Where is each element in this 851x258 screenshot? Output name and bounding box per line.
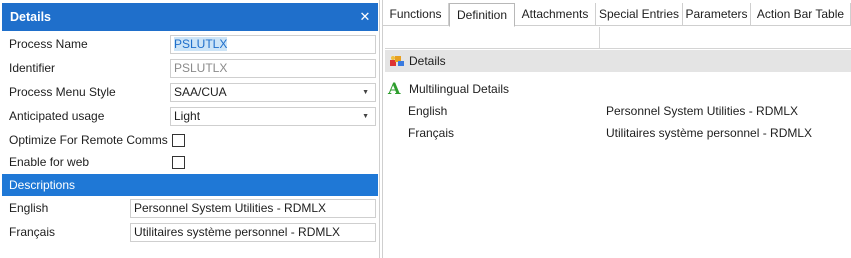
description-francais-value: Utilitaires système personnel - RDMLX — [134, 225, 341, 239]
anticipated-usage-label: Anticipated usage — [9, 109, 105, 123]
language-row[interactable]: English Personnel System Utilities - RDM… — [385, 100, 851, 122]
language-description: Personnel System Utilities - RDMLX — [606, 104, 799, 118]
enable-web-row: Enable for web — [2, 150, 378, 174]
language-row[interactable]: Français Utilitaires système personnel -… — [385, 122, 851, 144]
process-name-row: Process Name PSLUTLX — [2, 32, 378, 56]
process-menu-style-label: Process Menu Style — [9, 85, 116, 99]
identifier-row: Identifier PSLUTLX — [2, 56, 378, 80]
process-menu-style-value: SAA/CUA — [174, 85, 227, 99]
process-menu-style-row: Process Menu Style SAA/CUA ▼ — [2, 80, 378, 104]
tab-special-entries[interactable]: Special Entries — [596, 3, 683, 26]
tab-parameters[interactable]: Parameters — [683, 3, 751, 26]
description-francais-label: Français — [9, 225, 56, 239]
process-name-input[interactable]: PSLUTLX — [170, 35, 376, 54]
description-francais-input[interactable]: Utilitaires système personnel - RDMLX — [130, 223, 376, 242]
language-name: English — [408, 104, 448, 118]
identifier-input[interactable]: PSLUTLX — [170, 59, 376, 78]
tab-action-bar-table[interactable]: Action Bar Table — [751, 3, 851, 26]
grid-header — [385, 27, 851, 49]
close-icon[interactable]: ✕ — [358, 3, 372, 31]
description-english-input[interactable]: Personnel System Utilities - RDMLX — [130, 199, 376, 218]
details-group-row[interactable]: Details — [385, 50, 851, 72]
descriptions-header: Descriptions — [2, 174, 378, 196]
description-english-value: Personnel System Utilities - RDMLX — [134, 201, 327, 215]
definition-panel: Functions Definition Attachments Special… — [382, 0, 851, 258]
optimize-remote-row: Optimize For Remote Comms — [2, 128, 378, 152]
enable-web-checkbox[interactable] — [172, 156, 185, 169]
optimize-remote-checkbox[interactable] — [172, 134, 185, 147]
anticipated-usage-row: Anticipated usage Light ▼ — [2, 104, 378, 128]
anticipated-usage-value: Light — [174, 109, 201, 123]
enable-web-label: Enable for web — [9, 155, 90, 169]
process-menu-style-select[interactable]: SAA/CUA ▼ — [170, 83, 376, 102]
chevron-down-icon[interactable]: ▼ — [362, 84, 369, 101]
details-puzzle-icon — [390, 56, 404, 66]
tab-functions[interactable]: Functions — [383, 3, 449, 26]
grid-column-divider[interactable] — [599, 27, 600, 49]
tab-attachments[interactable]: Attachments — [515, 3, 596, 26]
language-description: Utilitaires système personnel - RDMLX — [606, 126, 813, 140]
description-english-label: English — [9, 201, 49, 215]
details-panel: Details ✕ Process Name PSLUTLX Identifie… — [0, 0, 380, 258]
description-english-row: English Personnel System Utilities - RDM… — [2, 196, 378, 220]
multilingual-group-row[interactable]: A Multilingual Details — [385, 78, 851, 100]
process-name-value: PSLUTLX — [174, 37, 228, 51]
identifier-value: PSLUTLX — [174, 61, 228, 75]
anticipated-usage-select[interactable]: Light ▼ — [170, 107, 376, 126]
process-name-label: Process Name — [9, 37, 88, 51]
details-group-label: Details — [409, 54, 446, 68]
optimize-remote-label: Optimize For Remote Comms — [9, 133, 168, 147]
tab-strip: Functions Definition Attachments Special… — [383, 3, 851, 27]
language-name: Français — [408, 126, 455, 140]
multilingual-group-label: Multilingual Details — [409, 82, 510, 96]
chevron-down-icon[interactable]: ▼ — [362, 108, 369, 125]
identifier-label: Identifier — [9, 61, 56, 75]
details-panel-title: Details — [10, 10, 51, 24]
description-francais-row: Français Utilitaires système personnel -… — [2, 220, 378, 244]
tab-definition[interactable]: Definition — [449, 3, 515, 27]
details-panel-header: Details ✕ — [2, 3, 378, 31]
multilingual-a-icon: A — [388, 79, 401, 98]
